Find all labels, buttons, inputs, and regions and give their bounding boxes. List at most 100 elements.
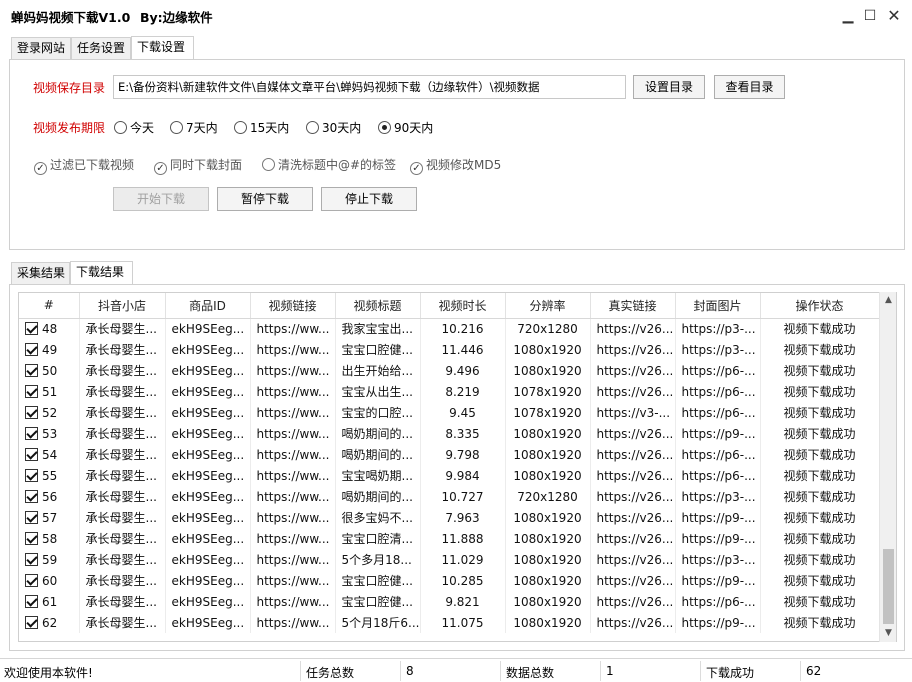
column-header[interactable]: 抖音小店 [79, 293, 166, 319]
period-option-label: 今天 [130, 121, 155, 135]
column-header[interactable]: # [19, 293, 80, 319]
resolution-cell: 1080x1920 [505, 549, 591, 570]
task-total-label: 任务总数 [306, 666, 355, 680]
video-title-cell: 我家宝宝出... [335, 318, 421, 339]
table-row[interactable]: 58 承长母婴生... ekH9SEeg... https://ww... 宝宝口腔清.… [19, 528, 880, 549]
table-row[interactable]: 53 承长母婴生... ekH9SEeg... https://ww... 喝奶期间的.… [19, 423, 880, 444]
cover-image-cell: https://p9-... [675, 507, 761, 528]
column-header[interactable]: 商品ID [165, 293, 251, 319]
table-row[interactable]: 55 承长母婴生... ekH9SEeg... https://ww... 宝宝喝奶期.… [19, 465, 880, 486]
table-row[interactable]: 59 承长母婴生... ekH9SEeg... https://ww... 5个多月18… [19, 549, 880, 570]
radio-selected-icon [378, 121, 391, 134]
period-option-7days[interactable]: 7天内 [170, 119, 218, 136]
row-checkbox[interactable] [25, 573, 38, 587]
product-id-cell: ekH9SEeg... [165, 318, 251, 339]
row-checkbox[interactable] [25, 510, 38, 524]
stop-download-button[interactable]: 停止下载 [321, 187, 417, 211]
product-id-cell: ekH9SEeg... [165, 549, 251, 570]
row-number-cell[interactable]: 59 [19, 549, 80, 570]
tab-task-settings[interactable]: 任务设置 [71, 37, 131, 59]
cover-image-cell: https://p6-... [675, 381, 761, 402]
set-dir-button[interactable]: 设置目录 [633, 75, 705, 99]
row-number-cell[interactable]: 50 [19, 360, 80, 381]
row-checkbox[interactable] [25, 321, 38, 335]
row-number-cell[interactable]: 53 [19, 423, 80, 444]
option-clean-title-tags[interactable]: 清洗标题中@#的标签 [262, 156, 396, 173]
column-header[interactable]: 分辨率 [505, 293, 591, 319]
row-checkbox[interactable] [25, 594, 38, 608]
tab-download-results[interactable]: 下载结果 [70, 261, 133, 284]
row-checkbox[interactable] [25, 468, 38, 482]
real-link-cell: https://v26... [590, 612, 676, 633]
table-row[interactable]: 62 承长母婴生... ekH9SEeg... https://ww... 5个月18斤… [19, 612, 880, 633]
period-option-30days[interactable]: 30天内 [306, 119, 361, 136]
video-link-cell: https://ww... [250, 507, 336, 528]
table-row[interactable]: 61 承长母婴生... ekH9SEeg... https://ww... 宝宝口腔健.… [19, 591, 880, 612]
vertical-scrollbar[interactable]: ▲ ▼ [879, 292, 896, 642]
video-title-cell: 宝宝口腔健... [335, 339, 421, 360]
row-number-cell[interactable]: 56 [19, 486, 80, 507]
column-header[interactable]: 封面图片 [675, 293, 761, 319]
status-cell: 视频下载成功 [760, 528, 880, 549]
table-row[interactable]: 50 承长母婴生... ekH9SEeg... https://ww... 出生开始给.… [19, 360, 880, 381]
close-icon[interactable]: ✕ [882, 6, 906, 26]
table-row[interactable]: 60 承长母婴生... ekH9SEeg... https://ww... 宝宝口腔健.… [19, 570, 880, 591]
video-link-cell: https://ww... [250, 360, 336, 381]
row-number-cell[interactable]: 62 [19, 612, 80, 633]
row-number-cell[interactable]: 55 [19, 465, 80, 486]
option-download-cover[interactable]: ✓ 同时下载封面 [154, 156, 242, 175]
minimize-icon[interactable]: ▁ [836, 6, 860, 26]
tab-login-site[interactable]: 登录网站 [11, 37, 71, 59]
period-option-15days[interactable]: 15天内 [234, 119, 289, 136]
scroll-up-icon[interactable]: ▲ [880, 292, 897, 309]
row-number-cell[interactable]: 61 [19, 591, 80, 612]
row-number-cell[interactable]: 52 [19, 402, 80, 423]
save-dir-input[interactable]: E:\备份资料\新建软件文件\自媒体文章平台\蝉妈妈视频下载（边缘软件）\视频数… [113, 75, 626, 99]
row-checkbox[interactable] [25, 531, 38, 545]
period-option-90days[interactable]: 90天内 [378, 119, 433, 136]
status-cell: 视频下载成功 [760, 360, 880, 381]
row-checkbox[interactable] [25, 342, 38, 356]
product-id-cell: ekH9SEeg... [165, 444, 251, 465]
row-number-cell[interactable]: 51 [19, 381, 80, 402]
table-row[interactable]: 56 承长母婴生... ekH9SEeg... https://ww... 喝奶期间的.… [19, 486, 880, 507]
row-checkbox[interactable] [25, 384, 38, 398]
column-header[interactable]: 视频时长 [420, 293, 506, 319]
row-checkbox[interactable] [25, 489, 38, 503]
column-header[interactable]: 操作状态 [760, 293, 880, 319]
row-checkbox[interactable] [25, 615, 38, 629]
option-modify-md5[interactable]: ✓ 视频修改MD5 [410, 156, 501, 175]
table-row[interactable]: 51 承长母婴生... ekH9SEeg... https://ww... 宝宝从出生.… [19, 381, 880, 402]
row-number-cell[interactable]: 57 [19, 507, 80, 528]
row-checkbox[interactable] [25, 426, 38, 440]
row-number-cell[interactable]: 54 [19, 444, 80, 465]
duration-cell: 9.798 [420, 444, 506, 465]
row-checkbox[interactable] [25, 447, 38, 461]
maximize-icon[interactable]: ☐ [858, 6, 882, 26]
row-number-cell[interactable]: 48 [19, 318, 80, 339]
option-filter-downloaded[interactable]: ✓ 过滤已下载视频 [34, 156, 134, 175]
column-header[interactable]: 视频链接 [250, 293, 336, 319]
table-row[interactable]: 48 承长母婴生... ekH9SEeg... https://ww... 我家宝宝出.… [19, 318, 880, 339]
tab-download-settings[interactable]: 下载设置 [131, 36, 194, 59]
row-number-cell[interactable]: 49 [19, 339, 80, 360]
row-checkbox[interactable] [25, 552, 38, 566]
row-checkbox[interactable] [25, 363, 38, 377]
table-row[interactable]: 57 承长母婴生... ekH9SEeg... https://ww... 很多宝妈不.… [19, 507, 880, 528]
column-header[interactable]: 视频标题 [335, 293, 421, 319]
tab-collect-results[interactable]: 采集结果 [11, 262, 70, 284]
period-option-today[interactable]: 今天 [114, 119, 154, 136]
view-dir-button[interactable]: 查看目录 [714, 75, 785, 99]
table-row[interactable]: 49 承长母婴生... ekH9SEeg... https://ww... 宝宝口腔健.… [19, 339, 880, 360]
row-number-cell[interactable]: 58 [19, 528, 80, 549]
table-row[interactable]: 52 承长母婴生... ekH9SEeg... https://ww... 宝宝的口腔.… [19, 402, 880, 423]
scroll-thumb[interactable] [883, 549, 894, 624]
video-title-cell: 喝奶期间的... [335, 423, 421, 444]
start-download-button[interactable]: 开始下载 [113, 187, 209, 211]
pause-download-button[interactable]: 暂停下载 [217, 187, 313, 211]
scroll-down-icon[interactable]: ▼ [880, 625, 897, 642]
row-checkbox[interactable] [25, 405, 38, 419]
column-header[interactable]: 真实链接 [590, 293, 676, 319]
table-row[interactable]: 54 承长母婴生... ekH9SEeg... https://ww... 喝奶期间的.… [19, 444, 880, 465]
row-number-cell[interactable]: 60 [19, 570, 80, 591]
